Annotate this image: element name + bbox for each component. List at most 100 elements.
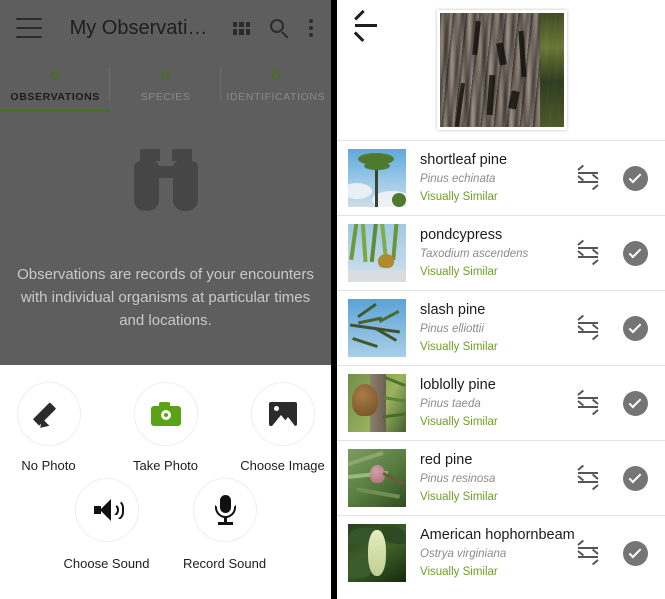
- species-thumbnail: [348, 524, 406, 582]
- choose-sound-option[interactable]: Choose Sound: [64, 478, 150, 571]
- check-circle-icon[interactable]: [623, 315, 648, 341]
- binoculars-icon: [133, 149, 198, 211]
- species-common-name: pondcypress: [420, 227, 503, 243]
- visually-similar-badge: Visually Similar: [420, 416, 498, 428]
- species-text: American hophornbeam Ostrya virginiana V…: [406, 526, 577, 580]
- check-circle-icon[interactable]: [623, 540, 648, 566]
- empty-state: Observations are records of your encount…: [0, 112, 331, 365]
- visually-similar-badge: Visually Similar: [420, 341, 498, 353]
- tab-identifications-count: 0: [271, 66, 281, 84]
- visually-similar-badge: Visually Similar: [420, 491, 498, 503]
- more-vertical-icon[interactable]: [309, 19, 313, 37]
- choose-image-button[interactable]: [250, 382, 315, 446]
- species-common-name: shortleaf pine: [420, 152, 508, 168]
- take-photo-option[interactable]: Take Photo: [129, 382, 203, 473]
- row-actions: [577, 239, 665, 266]
- species-common-name: slash pine: [420, 302, 486, 318]
- media-picker-row-1: No Photo Take Photo Choose Image: [0, 365, 331, 473]
- camera-icon: [150, 402, 181, 426]
- no-photo-label: No Photo: [21, 458, 76, 473]
- speaker-icon: [92, 497, 124, 523]
- record-sound-button[interactable]: [192, 478, 257, 542]
- tab-observations-count: 0: [50, 66, 60, 84]
- app-bar: My Observati…: [0, 0, 331, 56]
- visually-similar-badge: Visually Similar: [420, 191, 498, 203]
- table-row[interactable]: American hophornbeam Ostrya virginiana V…: [337, 515, 665, 590]
- table-row[interactable]: loblolly pine Pinus taeda Visually Simil…: [337, 365, 665, 440]
- take-photo-button[interactable]: [133, 382, 198, 446]
- check-circle-icon[interactable]: [623, 240, 648, 266]
- page-title: My Observati…: [69, 16, 208, 39]
- pencil-icon: [32, 399, 64, 432]
- back-arrow-icon[interactable]: [353, 9, 379, 42]
- choose-sound-button[interactable]: [74, 478, 139, 542]
- search-icon[interactable]: [270, 18, 289, 38]
- image-icon: [268, 402, 297, 426]
- species-common-name: red pine: [420, 452, 473, 468]
- no-photo-option[interactable]: No Photo: [12, 382, 86, 473]
- tab-bar: 0 OBSERVATIONS 0 SPECIES 0 IDENTIFICATIO…: [0, 56, 331, 112]
- left-phone-panel: My Observati… 0 OBSERVATIONS 0 SPECIES 0…: [0, 0, 331, 599]
- media-picker-row-2: Choose Sound Record Sound: [0, 473, 331, 571]
- tab-species-label: SPECIES: [140, 90, 191, 103]
- visually-similar-badge: Visually Similar: [420, 566, 498, 578]
- media-picker-sheet: No Photo Take Photo Choose Image Choose …: [0, 365, 331, 599]
- compare-arrows-icon[interactable]: [577, 539, 599, 566]
- identify-header: [337, 0, 665, 140]
- species-thumbnail: [348, 449, 406, 507]
- compare-arrows-icon[interactable]: [577, 389, 599, 416]
- row-actions: [577, 539, 665, 566]
- species-scientific-name: Taxodium ascendens: [420, 248, 529, 260]
- empty-state-text: Observations are records of your encount…: [17, 266, 314, 329]
- record-sound-label: Record Sound: [182, 556, 267, 571]
- tree-bark-photo[interactable]: [437, 10, 567, 130]
- tab-identifications[interactable]: 0 IDENTIFICATIONS: [221, 56, 331, 112]
- check-circle-icon[interactable]: [623, 390, 648, 416]
- species-thumbnail: [348, 149, 406, 207]
- tab-species[interactable]: 0 SPECIES: [110, 56, 221, 112]
- similar-species-list: shortleaf pine Pinus echinata Visually S…: [337, 140, 665, 590]
- species-scientific-name: Pinus taeda: [420, 398, 481, 410]
- species-common-name: American hophornbeam: [420, 527, 575, 543]
- species-scientific-name: Pinus echinata: [420, 173, 496, 185]
- choose-image-option[interactable]: Choose Image: [240, 382, 325, 473]
- check-circle-icon[interactable]: [623, 465, 648, 491]
- species-thumbnail: [348, 374, 406, 432]
- row-actions: [577, 314, 665, 341]
- species-thumbnail: [348, 299, 406, 357]
- row-actions: [577, 464, 665, 491]
- visually-similar-badge: Visually Similar: [420, 266, 498, 278]
- species-thumbnail: [348, 224, 406, 282]
- table-row[interactable]: slash pine Pinus elliottii Visually Simi…: [337, 290, 665, 365]
- table-row[interactable]: red pine Pinus resinosa Visually Similar: [337, 440, 665, 515]
- species-text: slash pine Pinus elliottii Visually Simi…: [406, 301, 577, 355]
- tab-species-count: 0: [161, 66, 170, 84]
- species-text: red pine Pinus resinosa Visually Similar: [406, 451, 577, 505]
- check-circle-icon[interactable]: [623, 165, 648, 191]
- right-phone-panel: shortleaf pine Pinus echinata Visually S…: [337, 0, 665, 599]
- compare-arrows-icon[interactable]: [577, 164, 599, 191]
- tab-observations-label: OBSERVATIONS: [10, 90, 100, 103]
- species-scientific-name: Pinus elliottii: [420, 323, 484, 335]
- no-photo-button[interactable]: [16, 382, 81, 446]
- app-bar-actions: [233, 18, 313, 38]
- tab-identifications-label: IDENTIFICATIONS: [226, 90, 326, 103]
- grid-view-icon[interactable]: [233, 21, 250, 35]
- compare-arrows-icon[interactable]: [577, 239, 599, 266]
- species-common-name: loblolly pine: [420, 377, 496, 393]
- row-actions: [577, 164, 665, 191]
- species-text: shortleaf pine Pinus echinata Visually S…: [406, 151, 577, 205]
- record-sound-option[interactable]: Record Sound: [183, 478, 266, 571]
- hamburger-icon[interactable]: [16, 18, 42, 38]
- table-row[interactable]: shortleaf pine Pinus echinata Visually S…: [337, 140, 665, 215]
- species-text: loblolly pine Pinus taeda Visually Simil…: [406, 376, 577, 430]
- table-row[interactable]: pondcypress Taxodium ascendens Visually …: [337, 215, 665, 290]
- row-actions: [577, 389, 665, 416]
- take-photo-label: Take Photo: [132, 458, 199, 473]
- tab-observations[interactable]: 0 OBSERVATIONS: [0, 56, 111, 112]
- choose-image-label: Choose Image: [240, 458, 325, 473]
- compare-arrows-icon[interactable]: [577, 314, 599, 341]
- species-scientific-name: Pinus resinosa: [420, 473, 496, 485]
- compare-arrows-icon[interactable]: [577, 464, 599, 491]
- choose-sound-label: Choose Sound: [63, 556, 150, 571]
